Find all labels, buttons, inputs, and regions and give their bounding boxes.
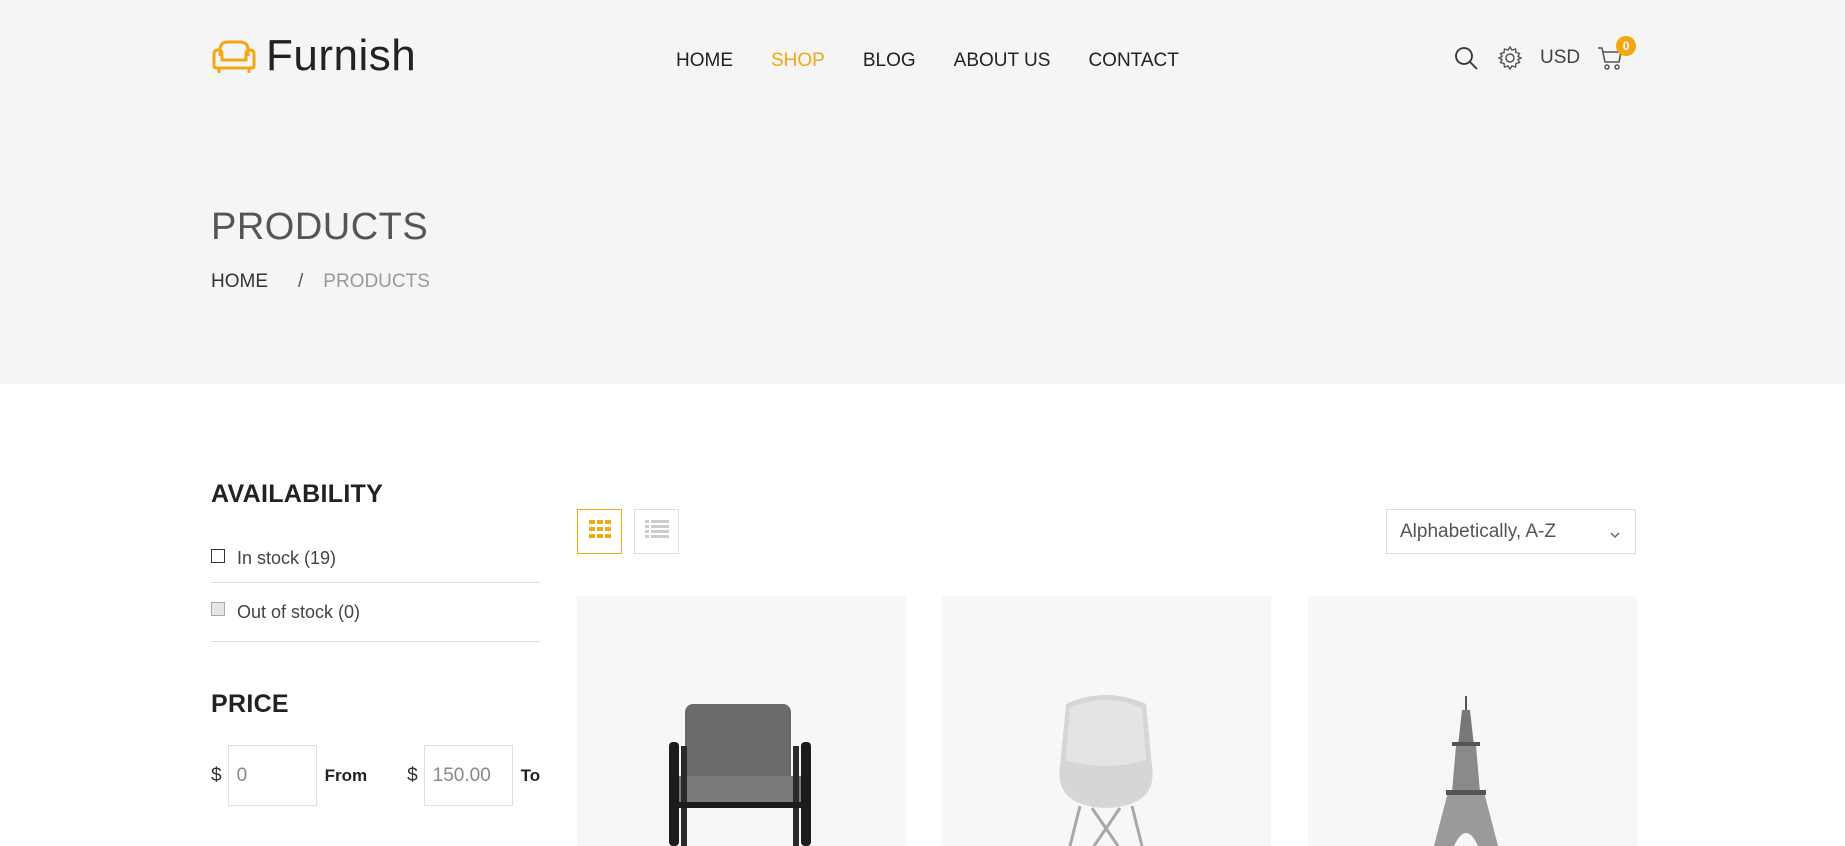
product-card-armchair[interactable] <box>577 596 906 846</box>
sort-dropdown[interactable]: Alphabetically, A-Z <box>1386 509 1636 554</box>
list-icon <box>644 520 669 543</box>
in-stock-checkbox[interactable] <box>211 548 225 563</box>
nav-item-home[interactable]: HOME <box>676 50 733 72</box>
out-of-stock-checkbox[interactable] <box>211 602 225 616</box>
breadcrumb-separator: / <box>298 271 304 292</box>
logo-text: Furnish <box>266 31 417 80</box>
breadcrumb-home[interactable]: HOME <box>211 271 268 293</box>
price-range: $ From $ To <box>211 745 540 806</box>
filter-label: In stock (19) <box>237 548 337 568</box>
grid-icon <box>588 520 611 543</box>
site-header: Furnish HOME SHOP BLOG ABOUT US CONTACT … <box>0 0 1845 120</box>
product-image-white-chair <box>1059 695 1153 846</box>
price-to-label: To <box>520 765 541 785</box>
product-card-white-chair[interactable] <box>942 596 1271 846</box>
price-title: PRICE <box>211 690 289 718</box>
price-from-label: From <box>324 765 368 785</box>
filter-out-of-stock[interactable]: Out of stock (0) <box>211 583 540 642</box>
main-nav: HOME SHOP BLOG ABOUT US CONTACT <box>676 50 1179 72</box>
list-view-button[interactable] <box>634 509 679 554</box>
filter-in-stock[interactable]: In stock (19) <box>211 535 540 583</box>
breadcrumb-current: PRODUCTS <box>323 271 430 292</box>
currency-selector[interactable]: USD <box>1540 47 1580 69</box>
filter-label: Out of stock (0) <box>237 601 361 622</box>
grid-view-button[interactable] <box>577 509 622 554</box>
availability-title: AVAILABILITY <box>211 480 384 508</box>
search-icon[interactable] <box>1452 44 1480 72</box>
page-title: PRODUCTS <box>211 206 429 248</box>
chevron-down-icon <box>1609 525 1621 547</box>
sofa-icon <box>210 36 258 76</box>
filter-sidebar: AVAILABILITY In stock (19) Out of stock … <box>211 480 540 806</box>
breadcrumb: HOME / PRODUCTS <box>211 271 430 293</box>
logo[interactable]: Furnish <box>210 34 416 78</box>
product-image-eiffel-tower <box>1434 696 1498 846</box>
nav-item-contact[interactable]: CONTACT <box>1088 50 1178 72</box>
header-tools: USD 0 <box>1452 36 1637 72</box>
sort-selected-value: Alphabetically, A-Z <box>1400 520 1556 542</box>
nav-item-about-us[interactable]: ABOUT US <box>954 50 1051 72</box>
price-to-input[interactable] <box>423 745 513 806</box>
product-image-armchair <box>669 704 811 846</box>
nav-item-shop[interactable]: SHOP <box>771 50 825 72</box>
price-from-input[interactable] <box>227 745 317 806</box>
product-card-eiffel-tower[interactable] <box>1308 596 1637 846</box>
currency-symbol: $ <box>211 764 222 786</box>
cart-count-badge: 0 <box>1616 36 1637 56</box>
nav-item-blog[interactable]: BLOG <box>863 50 916 72</box>
currency-symbol: $ <box>407 764 418 786</box>
cart-icon[interactable]: 0 <box>1596 36 1637 72</box>
gear-icon[interactable] <box>1496 44 1524 72</box>
